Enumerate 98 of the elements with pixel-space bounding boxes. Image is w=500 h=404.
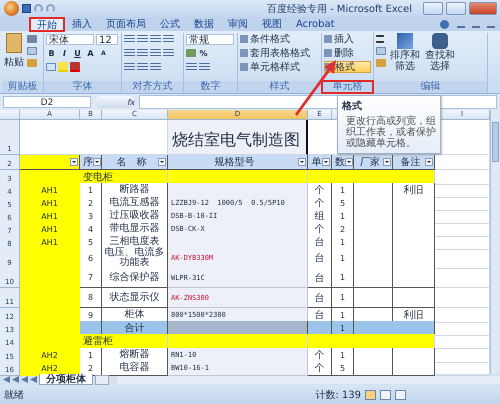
styles-command[interactable]: 条件格式 [240, 33, 319, 45]
filter-dropdown[interactable] [322, 158, 330, 166]
table-cell: 台 [308, 248, 332, 269]
align-icon[interactable] [124, 49, 135, 57]
styles-command[interactable]: 套用表格格式 [240, 47, 319, 59]
copy-icon[interactable] [27, 47, 37, 55]
name-box[interactable]: D2 [3, 96, 91, 108]
sort-filter-button[interactable]: 排序和筛选 [389, 33, 421, 72]
table-cell: 台 [308, 268, 332, 288]
format-button[interactable]: A [85, 48, 96, 58]
table-cell: 6 [80, 248, 102, 269]
help-icon[interactable] [440, 20, 449, 28]
insert-sheet-icon[interactable] [95, 374, 109, 384]
table-cell: 电容器 [102, 361, 168, 376]
column-title: 单 [311, 156, 322, 169]
column-title: 数 [335, 156, 345, 169]
filter-dropdown[interactable] [158, 158, 166, 166]
table-cell: 1 [332, 288, 354, 308]
styles-command[interactable]: 单元格样式 [240, 61, 319, 73]
table-cell [354, 288, 393, 308]
percent-button[interactable]: % [198, 48, 209, 58]
save-icon[interactable] [22, 4, 31, 13]
table-cell: 综合保护器 [102, 268, 168, 288]
table-cell: 5 [332, 361, 354, 376]
ribbon-tab[interactable]: 公式 [154, 18, 186, 31]
ribbon-tab[interactable]: 视图 [256, 18, 288, 31]
redo-icon[interactable] [46, 4, 55, 13]
maximize-icon[interactable] [446, 2, 466, 15]
filter-dropdown[interactable] [298, 158, 306, 166]
tooltip-title: 格式 [342, 100, 363, 113]
column-title: 名 称 [116, 156, 148, 169]
filter-dropdown[interactable] [93, 158, 101, 166]
table-cell: 1 [332, 248, 354, 269]
sheet-title: 烧结室电气制造图 [168, 120, 308, 155]
sheet-tab[interactable]: 分项柜体 [39, 374, 93, 385]
decimal-icon[interactable] [186, 63, 197, 71]
ribbon-tab[interactable]: 页面布局 [100, 18, 152, 31]
cells-command[interactable]: 插入 [324, 33, 371, 45]
page-layout-icon[interactable] [380, 390, 391, 400]
group-label: 字体 [44, 81, 121, 93]
group-label: 数字 [184, 81, 237, 93]
table-cell: 7 [80, 268, 102, 288]
indent-icon[interactable] [124, 63, 135, 71]
font-name-field[interactable]: 宋体 [46, 34, 94, 44]
close-icon[interactable] [469, 2, 497, 15]
undo-icon[interactable] [34, 4, 43, 13]
column-title: 厂家 [359, 156, 381, 169]
table-cell: 个 [308, 361, 332, 376]
ribbon-tab[interactable]: 开始 [30, 18, 64, 31]
paste-button[interactable]: 粘贴 [4, 33, 24, 69]
filter-dropdown[interactable] [383, 158, 391, 166]
table-cell: 8 [80, 288, 102, 308]
window-title: 百度经验专用 - Microsoft Excel [266, 2, 412, 16]
tooltip-text: 更改行高或列宽，组织工作表，或者保护或隐藏单元格。 [345, 116, 436, 149]
table-cell: 状态显示仪 [102, 288, 168, 308]
font-color-icon[interactable] [70, 62, 80, 72]
table-cell: 1 [332, 268, 354, 288]
format-button[interactable]: U [72, 48, 83, 58]
filter-dropdown[interactable] [425, 158, 433, 166]
select-all-corner[interactable] [0, 110, 20, 120]
table-cell: 台 [308, 288, 332, 308]
ribbon-tab[interactable]: Acrobat [290, 18, 341, 31]
normal-view-icon[interactable] [365, 390, 376, 400]
ribbon-tab[interactable]: 数据 [188, 18, 220, 31]
cells-command[interactable]: 删除 [324, 47, 371, 59]
table-cell [354, 268, 393, 288]
ribbon-tab[interactable]: 审阅 [222, 18, 254, 31]
group-label: 对齐方式 [122, 81, 183, 93]
format-button[interactable]: I [59, 48, 70, 58]
group-label: 编辑 [374, 81, 487, 93]
border-icon[interactable] [46, 63, 56, 71]
font-size-field[interactable]: 12 [96, 34, 118, 44]
table-cell [354, 361, 393, 376]
find-select-button[interactable]: 查找和选择 [424, 33, 456, 72]
filter-dropdown[interactable] [70, 158, 78, 166]
table-cell [393, 268, 435, 288]
column-title: 规格型号 [214, 156, 256, 169]
table-cell [393, 288, 435, 308]
fill-color-icon[interactable] [58, 62, 68, 72]
vertical-scrollbar[interactable] [490, 110, 500, 374]
group-label: 样式 [238, 81, 321, 93]
status-count: 计数: 139 [315, 388, 361, 402]
format-button[interactable]: B [46, 48, 57, 58]
align-icon[interactable] [124, 35, 135, 43]
sum-icon[interactable] [376, 35, 384, 43]
table-cell [393, 361, 435, 376]
number-format-field[interactable]: 常规 [186, 34, 234, 44]
minimize-icon[interactable] [423, 2, 443, 15]
filter-dropdown[interactable] [345, 158, 353, 166]
section-cell: 避雷柜 [80, 334, 168, 349]
ribbon-tab[interactable]: 插入 [66, 18, 98, 31]
column-title: 备注 [400, 156, 422, 169]
function-button[interactable]: fx [95, 96, 135, 108]
page-break-icon[interactable] [395, 390, 406, 400]
status-text: 就绪 [4, 388, 24, 402]
group-label: 剪贴板 [2, 81, 43, 93]
office-logo-icon[interactable] [4, 1, 19, 16]
column-title: 序 [83, 156, 93, 169]
